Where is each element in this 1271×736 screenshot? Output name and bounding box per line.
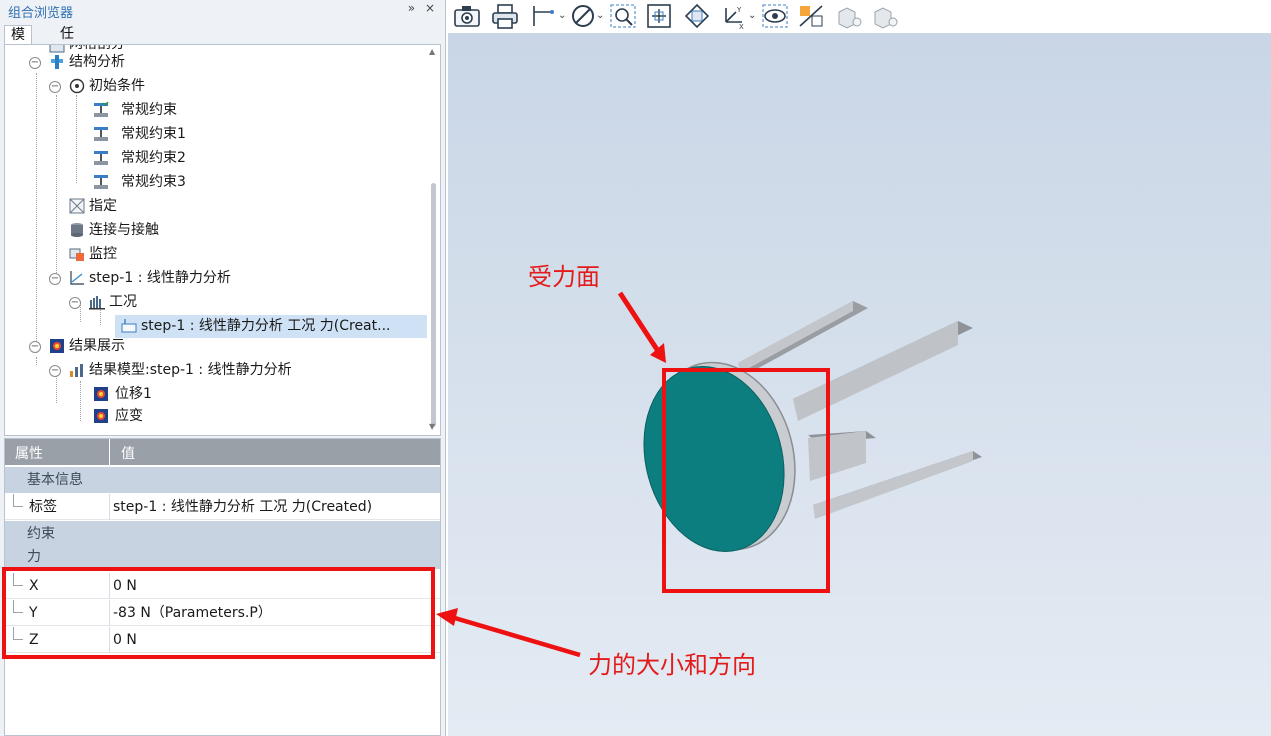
camera-icon[interactable] (452, 2, 482, 30)
collapse-icon[interactable]: − (29, 57, 41, 69)
collapse-icon[interactable]: − (49, 273, 61, 285)
mesh-icon (49, 45, 65, 53)
collapse-icon[interactable]: − (49, 81, 61, 93)
chevron-down-icon[interactable]: ⌄ (748, 10, 756, 21)
chevron-down-icon[interactable]: ⌄ (596, 10, 604, 21)
initial-condition-icon (69, 78, 85, 94)
tag-value[interactable]: step-1 : 线性静力分析 工况 力(Created) (113, 494, 372, 520)
panel-title: 组合浏览器 (8, 6, 74, 21)
model-render[interactable] (448, 33, 1271, 736)
no-entry-icon[interactable] (568, 2, 598, 30)
step-icon (70, 271, 84, 285)
panel-float-close-buttons[interactable]: » × (408, 1, 438, 15)
contour-icon (94, 409, 108, 423)
eye-icon[interactable] (760, 2, 790, 30)
red-arrow-to-face (617, 291, 666, 363)
model-tree: 网格剖分 − 结构分析 − 初始条件 常规约束 常规约束1 常规约束2 常规约束… (4, 44, 441, 436)
property-row-tag[interactable]: 标签 step-1 : 线性静力分析 工况 力(Created) (5, 494, 440, 520)
constraint-icon (94, 127, 108, 141)
collapse-icon[interactable]: − (29, 341, 41, 353)
tab-model[interactable]: 模型 (4, 25, 32, 62)
constraint-icon (94, 151, 108, 165)
box-light-icon[interactable] (834, 2, 864, 30)
view-toolbar: ⌄ ⌄ YX ⌄ (448, 0, 1271, 33)
assign-icon (69, 198, 85, 214)
constraint-icon (94, 175, 108, 189)
3d-viewport[interactable]: 受力面 力的大小和方向 (448, 33, 1271, 736)
property-header: 属性 值 (5, 439, 440, 465)
chevron-down-icon[interactable]: ⌄ (558, 10, 566, 21)
tree-scrollbar[interactable]: ▲ ▼ (429, 47, 438, 431)
monitor-icon (69, 248, 84, 261)
results-icon (50, 339, 64, 353)
box-light-icon[interactable] (870, 2, 900, 30)
property-column-header[interactable]: 属性 (15, 443, 43, 463)
scroll-up-icon[interactable]: ▲ (429, 47, 435, 56)
value-column-header[interactable]: 值 (121, 443, 135, 463)
category-constraint[interactable]: 约束 (5, 521, 440, 547)
fit-all-icon[interactable] (644, 2, 674, 30)
load-case-icon (89, 296, 105, 310)
panel-header: 组合浏览器 » × (0, 0, 446, 22)
clip-plane-icon[interactable] (796, 2, 826, 30)
view-cube-icon[interactable] (682, 2, 712, 30)
contour-icon (94, 387, 108, 401)
contact-icon (71, 223, 83, 237)
face-annotation: 受力面 (528, 263, 600, 291)
constraint-icon (94, 102, 109, 117)
category-force[interactable]: 力 (5, 547, 440, 569)
tree-item-force-selected[interactable]: step-1 : 线性静力分析 工况 力(Creat... (115, 315, 427, 338)
force-icon (121, 319, 137, 333)
svg-text:X: X (739, 23, 744, 30)
collapse-icon[interactable]: − (49, 365, 61, 377)
tab-tasks[interactable]: 任务 (54, 25, 80, 61)
arrowhead-left-icon (436, 608, 458, 626)
svg-text:Y: Y (736, 6, 742, 14)
category-basic-info[interactable]: 基本信息 (5, 467, 440, 493)
scroll-down-icon[interactable]: ▼ (429, 422, 435, 431)
axis-icon[interactable] (528, 2, 558, 30)
analysis-icon (51, 55, 63, 69)
force-annotation: 力的大小和方向 (588, 651, 756, 679)
red-arrow-to-properties (448, 613, 581, 658)
scroll-thumb[interactable] (431, 183, 436, 427)
result-model-icon (70, 364, 83, 377)
face-highlight-box (662, 368, 830, 593)
print-icon[interactable] (490, 2, 520, 30)
force-rows-highlight-box (2, 567, 435, 659)
zoom-box-icon[interactable] (608, 2, 638, 30)
collapse-icon[interactable]: − (69, 297, 81, 309)
axes-triad-icon[interactable]: YX (718, 2, 748, 30)
